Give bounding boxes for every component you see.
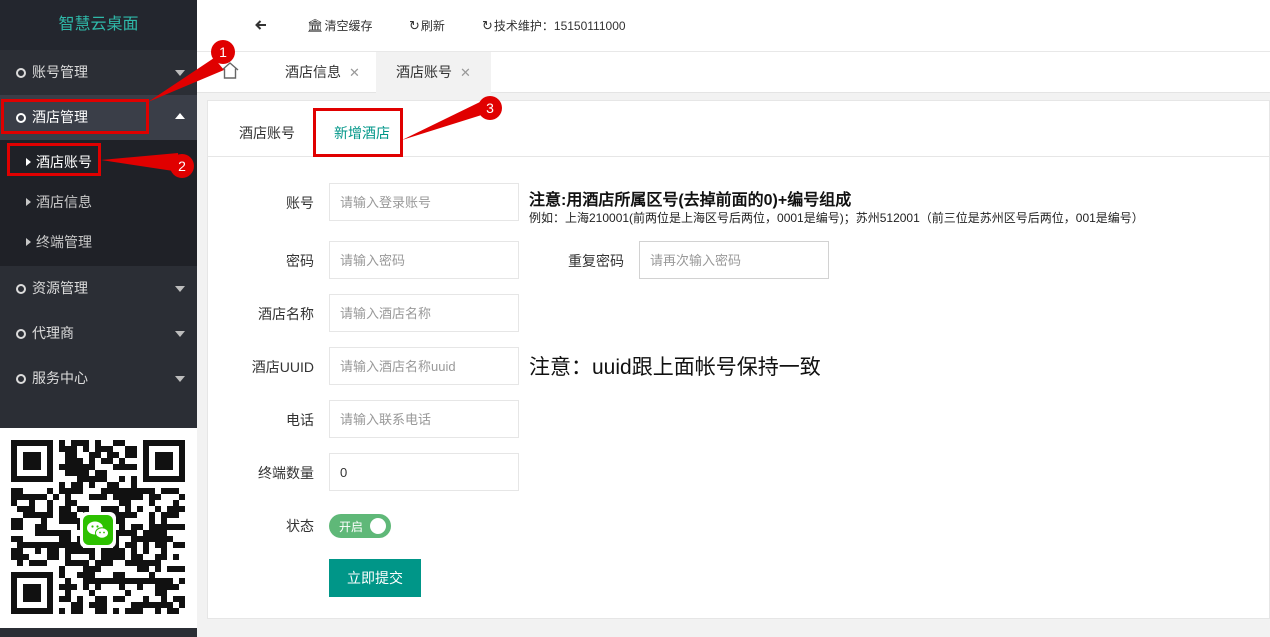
close-icon[interactable]: ✕ bbox=[460, 65, 471, 80]
chevron-up-icon bbox=[175, 113, 185, 119]
app-logo[interactable]: 智慧云桌面 bbox=[0, 0, 197, 50]
top-header: 🏛清空缓存 ↻刷新 ↻技术维护：15150111000 bbox=[197, 0, 1270, 52]
submit-button[interactable]: 立即提交 bbox=[329, 559, 421, 597]
hotel-uuid-input[interactable] bbox=[329, 347, 519, 385]
caret-right-icon bbox=[26, 158, 31, 166]
refresh-icon: ↻ bbox=[482, 18, 493, 33]
home-tab[interactable] bbox=[219, 58, 247, 86]
caret-right-icon bbox=[26, 238, 31, 246]
page-tabs: 酒店信息 ✕ 酒店账号 ✕ bbox=[197, 52, 1270, 93]
wechat-logo bbox=[80, 512, 116, 548]
circle-icon bbox=[16, 329, 26, 339]
circle-icon bbox=[16, 68, 26, 78]
home-icon bbox=[221, 62, 239, 79]
sidebar-item-hotel[interactable]: 酒店管理 bbox=[0, 95, 197, 140]
sidebar-item-label: 服务中心 bbox=[32, 370, 88, 386]
sidebar-item-agent[interactable]: 代理商 bbox=[0, 311, 197, 356]
support-info: ↻技术维护：15150111000 bbox=[482, 0, 626, 52]
sidebar-footer bbox=[0, 628, 197, 637]
tab-label: 酒店账号 bbox=[396, 64, 452, 80]
back-button[interactable] bbox=[255, 0, 267, 52]
chevron-down-icon bbox=[175, 376, 185, 382]
tab-hotel-account[interactable]: 酒店账号 ✕ bbox=[376, 52, 491, 93]
tab-hotel-info[interactable]: 酒店信息 ✕ bbox=[265, 52, 380, 93]
sidebar-subitem-label: 酒店账号 bbox=[36, 154, 92, 170]
caret-right-icon bbox=[26, 198, 31, 206]
refresh-label: 刷新 bbox=[420, 19, 445, 33]
form-subtabs: 酒店账号 新增酒店 bbox=[208, 101, 1270, 157]
toggle-knob bbox=[370, 518, 386, 534]
toggle-label: 开启 bbox=[339, 520, 364, 534]
uuid-note: 注意：uuid跟上面帐号保持一致 bbox=[529, 356, 821, 379]
chevron-down-icon bbox=[175, 286, 185, 292]
sidebar-subitem-label: 终端管理 bbox=[36, 234, 92, 250]
chevron-down-icon bbox=[175, 70, 185, 76]
tab-label: 酒店信息 bbox=[285, 64, 341, 80]
sidebar-item-resource[interactable]: 资源管理 bbox=[0, 266, 197, 311]
terminal-count-label: 终端数量 bbox=[258, 465, 314, 481]
sidebar-subitem-hotel-account[interactable]: 酒店账号 bbox=[0, 142, 197, 182]
hotel-name-input[interactable] bbox=[329, 294, 519, 332]
account-note-title: 注意:用酒店所属区号(去掉前面的0)+编号组成 bbox=[529, 192, 852, 209]
password-label: 密码 bbox=[286, 253, 314, 269]
sidebar-subitem-label: 酒店信息 bbox=[36, 194, 92, 210]
sidebar-item-account[interactable]: 账号管理 bbox=[0, 50, 197, 95]
terminal-count-input[interactable] bbox=[329, 453, 519, 491]
status-toggle[interactable]: 开启 bbox=[329, 514, 391, 538]
circle-icon bbox=[16, 374, 26, 384]
subtab-add-hotel[interactable]: 新增酒店 bbox=[334, 123, 390, 157]
chevron-down-icon bbox=[175, 331, 185, 337]
bank-icon: 🏛 bbox=[307, 18, 324, 33]
sidebar-subitem-terminal[interactable]: 终端管理 bbox=[0, 222, 197, 262]
account-input[interactable] bbox=[329, 183, 519, 221]
password-input[interactable] bbox=[329, 241, 519, 279]
clear-cache-button[interactable]: 🏛清空缓存 bbox=[307, 0, 373, 52]
sidebar-item-label: 资源管理 bbox=[32, 280, 88, 296]
wechat-icon bbox=[83, 515, 113, 545]
phone-input[interactable] bbox=[329, 400, 519, 438]
refresh-icon: ↻ bbox=[409, 18, 420, 33]
close-icon[interactable]: ✕ bbox=[349, 65, 360, 80]
subtab-hotel-account[interactable]: 酒店账号 bbox=[239, 123, 295, 157]
repeat-password-label: 重复密码 bbox=[568, 253, 624, 269]
sidebar-subitem-hotel-info[interactable]: 酒店信息 bbox=[0, 182, 197, 222]
sidebar-item-label: 酒店管理 bbox=[32, 109, 88, 125]
hotel-uuid-label: 酒店UUID bbox=[251, 359, 314, 375]
repeat-password-input[interactable] bbox=[639, 241, 829, 279]
sidebar-item-label: 代理商 bbox=[32, 325, 74, 341]
clear-cache-label: 清空缓存 bbox=[324, 19, 373, 33]
account-note-example: 例如：上海210001(前两位是上海区号后两位，0001是编号)；苏州51200… bbox=[529, 211, 1144, 225]
account-label: 账号 bbox=[286, 195, 314, 211]
status-label: 状态 bbox=[286, 518, 314, 534]
sidebar-item-label: 账号管理 bbox=[32, 64, 88, 80]
sidebar-submenu-hotel: 酒店账号 酒店信息 终端管理 bbox=[0, 140, 197, 266]
arrow-left-icon bbox=[255, 20, 266, 30]
hotel-name-label: 酒店名称 bbox=[258, 306, 314, 322]
support-label: 技术维护：15150111000 bbox=[493, 19, 626, 33]
refresh-button[interactable]: ↻刷新 bbox=[409, 0, 445, 52]
phone-label: 电话 bbox=[286, 412, 314, 428]
circle-icon bbox=[16, 284, 26, 294]
sidebar-item-service[interactable]: 服务中心 bbox=[0, 356, 197, 401]
circle-icon bbox=[16, 113, 26, 123]
